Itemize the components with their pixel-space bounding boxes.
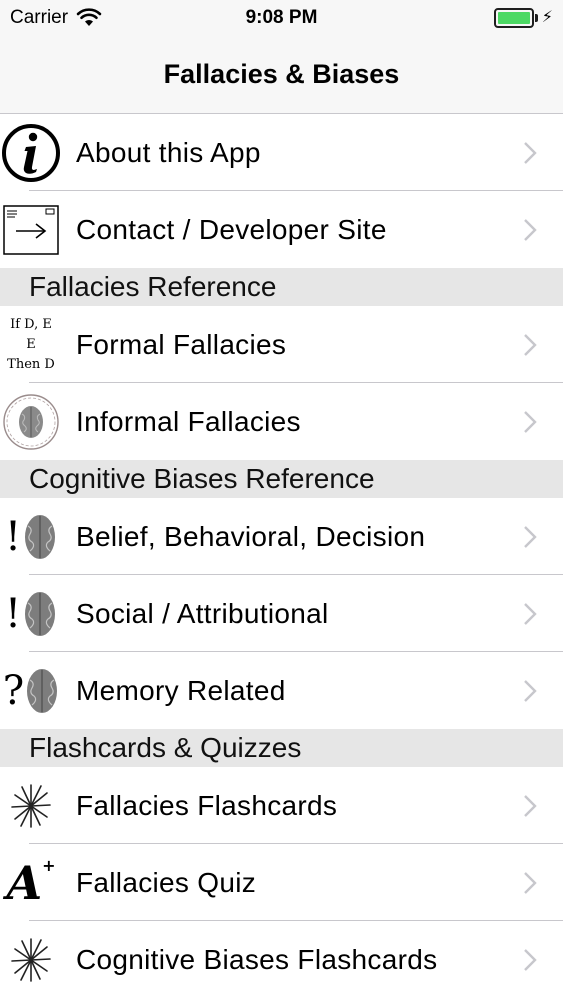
page-title: Fallacies & Biases [163, 59, 400, 89]
chevron-right-icon [524, 603, 537, 625]
row-about-app[interactable]: About this App [0, 114, 563, 191]
status-bar: Carrier 9:08 PM ⚡ [0, 0, 563, 38]
row-social-attributional[interactable]: ! Social / Attributional [0, 575, 563, 652]
a-plus-icon: A + [0, 844, 62, 921]
brain-icon [25, 514, 56, 559]
navigation-bar: Fallacies & Biases [0, 38, 563, 114]
a-letter: A [6, 855, 43, 910]
section-header-biases: Cognitive Biases Reference [0, 460, 563, 498]
starburst-icon [0, 767, 62, 844]
contact-arrow-icon [0, 191, 62, 268]
chevron-right-icon [524, 526, 537, 548]
row-fallacies-quiz[interactable]: A + Fallacies Quiz [0, 844, 563, 921]
logic-text-icon: If D, E E Then D [0, 306, 62, 383]
battery-fill [497, 12, 530, 24]
row-label: Cognitive Biases Flashcards [76, 943, 438, 975]
battery-nub [534, 14, 538, 22]
section-header-fallacies: Fallacies Reference [0, 268, 563, 306]
row-label: About this App [76, 136, 261, 168]
exclaim-brain-icon: ! [0, 575, 62, 652]
chevron-right-icon [524, 795, 537, 817]
row-memory-related[interactable]: ? Memory Related [0, 652, 563, 729]
brain-icon [27, 668, 58, 713]
row-belief-behavioral-decision[interactable]: ! Belief, Behavioral, Decision [0, 498, 563, 575]
chevron-right-icon [524, 872, 537, 894]
row-formal-fallacies[interactable]: If D, E E Then D Formal Fallacies [0, 306, 563, 383]
row-informal-fallacies[interactable]: Informal Fallacies [0, 383, 563, 460]
row-label: Formal Fallacies [76, 328, 287, 360]
brain-icon [25, 591, 56, 636]
brain-wreath-icon [0, 383, 62, 460]
chevron-right-icon [524, 219, 537, 241]
app-screen: Carrier 9:08 PM ⚡ Fallacies & Biases Abo… [0, 0, 563, 1000]
plus-sign: + [42, 856, 56, 875]
row-fallacies-flashcards[interactable]: Fallacies Flashcards [0, 767, 563, 844]
chevron-right-icon [524, 411, 537, 433]
exclaim-mark: ! [4, 590, 22, 637]
row-label: Contact / Developer Site [76, 213, 387, 245]
exclaim-brain-icon: ! [0, 498, 62, 575]
logic-icon-line: E [26, 336, 36, 352]
charging-bolt-icon: ⚡ [541, 9, 553, 26]
logic-icon-line: If D, E [10, 316, 52, 332]
question-mark: ? [2, 667, 25, 714]
logic-icon-line: Then D [7, 356, 55, 372]
battery-icon [493, 8, 534, 28]
row-label: Belief, Behavioral, Decision [76, 520, 426, 552]
info-icon [0, 114, 62, 191]
row-label: Memory Related [76, 674, 286, 706]
chevron-right-icon [524, 334, 537, 356]
chevron-right-icon [524, 949, 537, 971]
starburst-icon [0, 921, 62, 998]
row-cognitive-biases-flashcards[interactable]: Cognitive Biases Flashcards [0, 921, 563, 998]
battery-indicator: ⚡ [493, 8, 553, 28]
row-contact-developer[interactable]: Contact / Developer Site [0, 191, 563, 268]
menu-list: About this App Contact / Developer Site [0, 114, 563, 998]
exclaim-mark: ! [4, 513, 22, 560]
section-header-flashcards: Flashcards & Quizzes [0, 729, 563, 767]
row-label: Fallacies Flashcards [76, 789, 338, 821]
question-brain-icon: ? [0, 652, 62, 729]
row-label: Fallacies Quiz [76, 866, 257, 898]
clock: 9:08 PM [245, 7, 318, 28]
row-label: Social / Attributional [76, 597, 329, 629]
row-label: Informal Fallacies [76, 405, 301, 437]
chevron-right-icon [524, 680, 537, 702]
chevron-right-icon [524, 142, 537, 164]
